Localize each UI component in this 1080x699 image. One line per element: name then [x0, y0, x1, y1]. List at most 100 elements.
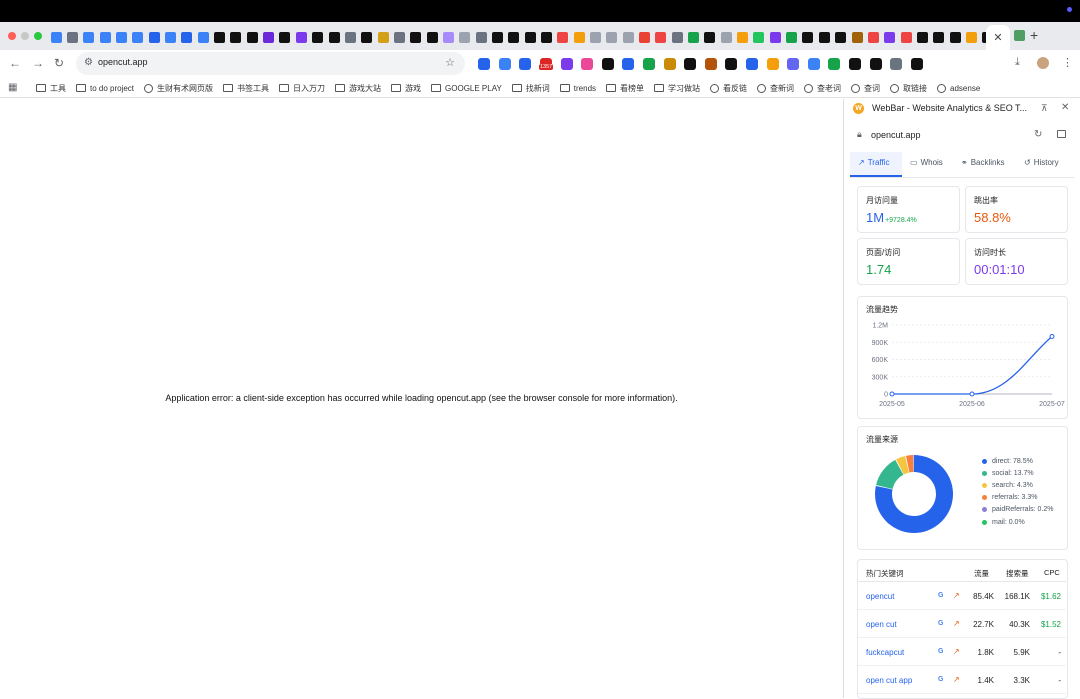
- bookmark-item[interactable]: 看反链: [710, 83, 747, 94]
- tab-favicon-icon[interactable]: [833, 26, 849, 48]
- tab-favicon-icon[interactable]: [898, 26, 914, 48]
- profile-avatar[interactable]: [1037, 57, 1049, 69]
- tab-favicon-icon[interactable]: [359, 26, 375, 48]
- extension-icon[interactable]: [906, 55, 927, 73]
- extension-icon[interactable]: [721, 55, 742, 73]
- tab-favicon-icon[interactable]: [718, 26, 734, 48]
- tab-favicon-icon[interactable]: [391, 26, 407, 48]
- tab-favicon-icon[interactable]: [800, 26, 816, 48]
- tab-favicon-icon[interactable]: [146, 26, 162, 48]
- tab-favicon-icon[interactable]: [440, 26, 456, 48]
- tab-favicon-icon[interactable]: [457, 26, 473, 48]
- tab-traffic[interactable]: ↗ Traffic: [858, 158, 889, 167]
- tab-favicon-icon[interactable]: [783, 26, 799, 48]
- bookmark-item[interactable]: 生财有术网页版: [144, 83, 213, 94]
- extension-icon[interactable]: [783, 55, 804, 73]
- tab-favicon-icon[interactable]: [620, 26, 636, 48]
- tab-favicon-icon[interactable]: [424, 26, 440, 48]
- calendar-icon[interactable]: [1057, 130, 1066, 138]
- tab-favicon-icon[interactable]: [260, 26, 276, 48]
- tab-favicon-icon[interactable]: [931, 26, 947, 48]
- bookmark-item[interactable]: adsense: [937, 84, 980, 93]
- bookmark-item[interactable]: 看榜单: [606, 83, 644, 94]
- download-icon[interactable]: ⤓: [1015, 56, 1020, 69]
- extension-icon[interactable]: [824, 55, 845, 73]
- unpin-icon[interactable]: ⊼: [1041, 103, 1048, 114]
- bookmark-item[interactable]: 学习做站: [654, 83, 700, 94]
- extension-icon[interactable]: 1357: [536, 55, 557, 73]
- extension-icon[interactable]: [577, 55, 598, 73]
- bookmark-item[interactable]: 查词: [851, 83, 880, 94]
- tab-favicon-icon[interactable]: [244, 26, 260, 48]
- menu-kebab-icon[interactable]: ⋮: [1062, 56, 1073, 69]
- bookmark-item[interactable]: 找新词: [512, 83, 550, 94]
- tab-whois[interactable]: ▭ Whois: [910, 158, 943, 167]
- tab-favicon-icon[interactable]: [538, 26, 554, 48]
- tab-favicon-icon[interactable]: [816, 26, 832, 48]
- tab-favicon-icon[interactable]: [64, 26, 80, 48]
- bookmark-item[interactable]: 查新词: [757, 83, 794, 94]
- bookmark-item[interactable]: 游戏: [391, 83, 421, 94]
- tab-favicon-icon[interactable]: [408, 26, 424, 48]
- extension-icon[interactable]: [845, 55, 866, 73]
- tab-favicon-icon[interactable]: [342, 26, 358, 48]
- google-icon[interactable]: G: [938, 592, 943, 599]
- tab-favicon-icon[interactable]: [702, 26, 718, 48]
- address-url[interactable]: opencut.app: [98, 57, 148, 67]
- tab-favicon-icon[interactable]: [179, 26, 195, 48]
- bookmark-item[interactable]: 工具: [36, 83, 66, 94]
- google-icon[interactable]: G: [938, 676, 943, 683]
- tab-favicon-icon[interactable]: [195, 26, 211, 48]
- tab-favicon-icon[interactable]: [211, 26, 227, 48]
- extension-icon[interactable]: [639, 55, 660, 73]
- extension-icon[interactable]: [865, 55, 886, 73]
- extension-icon[interactable]: [742, 55, 763, 73]
- tab-favicon-icon[interactable]: [162, 26, 178, 48]
- tab-favicon-icon[interactable]: [310, 26, 326, 48]
- tab-favicon-icon[interactable]: [849, 26, 865, 48]
- google-icon[interactable]: G: [938, 620, 943, 627]
- bookmark-item[interactable]: 取链接: [890, 83, 927, 94]
- tab-backlinks[interactable]: ⚭ Backlinks: [961, 158, 1005, 167]
- tab-favicon-icon[interactable]: [751, 26, 767, 48]
- tab-favicon-icon[interactable]: [669, 26, 685, 48]
- tab-favicon-icon[interactable]: [375, 26, 391, 48]
- maximize-window-icon[interactable]: [34, 32, 42, 40]
- extension-icon[interactable]: [886, 55, 907, 73]
- tab-favicon-icon[interactable]: [587, 26, 603, 48]
- tab-favicon-icon[interactable]: [97, 26, 113, 48]
- google-icon[interactable]: G: [938, 648, 943, 655]
- tab-favicon-icon[interactable]: [113, 26, 129, 48]
- keyword-link[interactable]: opencut: [866, 592, 894, 601]
- tab-favicon-icon[interactable]: [685, 26, 701, 48]
- close-panel-icon[interactable]: ✕: [1061, 102, 1069, 113]
- close-tab-icon[interactable]: ✕: [993, 31, 1002, 44]
- tab-favicon-icon[interactable]: [555, 26, 571, 48]
- extension-icon[interactable]: [618, 55, 639, 73]
- tab-favicon-icon[interactable]: [48, 26, 64, 48]
- tab-favicon-icon[interactable]: [571, 26, 587, 48]
- reload-icon[interactable]: ↻: [54, 56, 64, 70]
- extension-icon[interactable]: [762, 55, 783, 73]
- apps-grid-icon[interactable]: ▦: [8, 82, 17, 93]
- trend-icon[interactable]: ↗: [953, 647, 960, 656]
- tab-favicon-icon[interactable]: [1014, 30, 1025, 41]
- tab-favicon-icon[interactable]: [326, 26, 342, 48]
- bookmark-item[interactable]: 游戏大站: [335, 83, 381, 94]
- tab-favicon-icon[interactable]: [522, 26, 538, 48]
- keyword-link[interactable]: open cut app: [866, 676, 912, 685]
- bookmark-item[interactable]: 书签工具: [223, 83, 269, 94]
- trend-icon[interactable]: ↗: [953, 619, 960, 628]
- back-icon[interactable]: ←: [9, 56, 21, 70]
- tab-favicon-icon[interactable]: [963, 26, 979, 48]
- extension-icon[interactable]: [495, 55, 516, 73]
- bookmark-item[interactable]: to do project: [76, 84, 134, 93]
- bookmark-star-icon[interactable]: ☆: [445, 56, 455, 69]
- minimize-window-icon[interactable]: [21, 32, 29, 40]
- extension-icon[interactable]: [556, 55, 577, 73]
- bookmark-item[interactable]: 查老词: [804, 83, 841, 94]
- tab-favicon-icon[interactable]: [473, 26, 489, 48]
- extension-icon[interactable]: [515, 55, 536, 73]
- bookmark-item[interactable]: 日入万刀: [279, 83, 325, 94]
- close-window-icon[interactable]: [8, 32, 16, 40]
